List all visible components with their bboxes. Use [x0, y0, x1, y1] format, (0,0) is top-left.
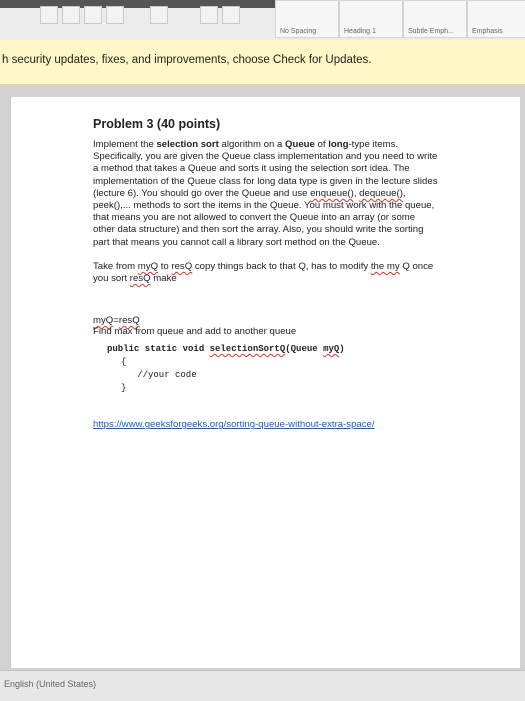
style-label: Subtle Emph...: [408, 28, 454, 35]
problem-description: Implement the selection sort algorithm o…: [93, 139, 438, 248]
align-right-icon[interactable]: [84, 6, 102, 24]
style-no-spacing[interactable]: No Spacing: [275, 0, 339, 38]
shading-icon[interactable]: [200, 6, 218, 24]
language-indicator[interactable]: English (United States): [4, 679, 96, 689]
student-note: Take from myQ to resQ copy things back t…: [93, 260, 434, 285]
code-block: public static void selectionSortQ(Queue …: [107, 343, 438, 395]
style-emphasis[interactable]: Emphasis: [467, 0, 525, 38]
ribbon-toolbar: No Spacing Heading 1 Subtle Emph... Emph…: [0, 0, 525, 41]
code-close-brace: }: [121, 383, 127, 394]
problem-title: Problem 3 (40 points): [93, 117, 221, 131]
update-notification-bar[interactable]: h security updates, fixes, and improveme…: [0, 40, 525, 85]
style-subtle-emphasis[interactable]: Subtle Emph...: [403, 0, 467, 38]
reference-link[interactable]: https://www.geeksforgeeks.org/sorting-qu…: [93, 419, 438, 430]
status-bar: English (United States): [0, 670, 525, 701]
document-content[interactable]: Problem 3 (40 points) Implement the sele…: [93, 117, 438, 430]
style-label: Emphasis: [472, 28, 503, 35]
styles-gallery: No Spacing Heading 1 Subtle Emph... Emph…: [275, 0, 525, 40]
align-left-icon[interactable]: [40, 6, 58, 24]
line-spacing-icon[interactable]: [150, 6, 168, 24]
style-label: No Spacing: [280, 28, 317, 35]
code-open-brace: {: [121, 357, 127, 368]
update-notification-text: h security updates, fixes, and improveme…: [2, 54, 372, 66]
code-note: myQ=resQ Find max from queue and add to …: [93, 315, 297, 338]
justify-icon[interactable]: [106, 6, 124, 24]
style-heading-1[interactable]: Heading 1: [339, 0, 403, 38]
document-page[interactable]: Problem 3 (40 points) Implement the sele…: [10, 97, 520, 668]
style-label: Heading 1: [344, 28, 376, 35]
method-signature: public static void selectionSortQ(Queue …: [107, 344, 345, 355]
borders-icon[interactable]: [222, 6, 240, 24]
align-center-icon[interactable]: [62, 6, 80, 24]
code-comment: //your code: [121, 370, 197, 381]
